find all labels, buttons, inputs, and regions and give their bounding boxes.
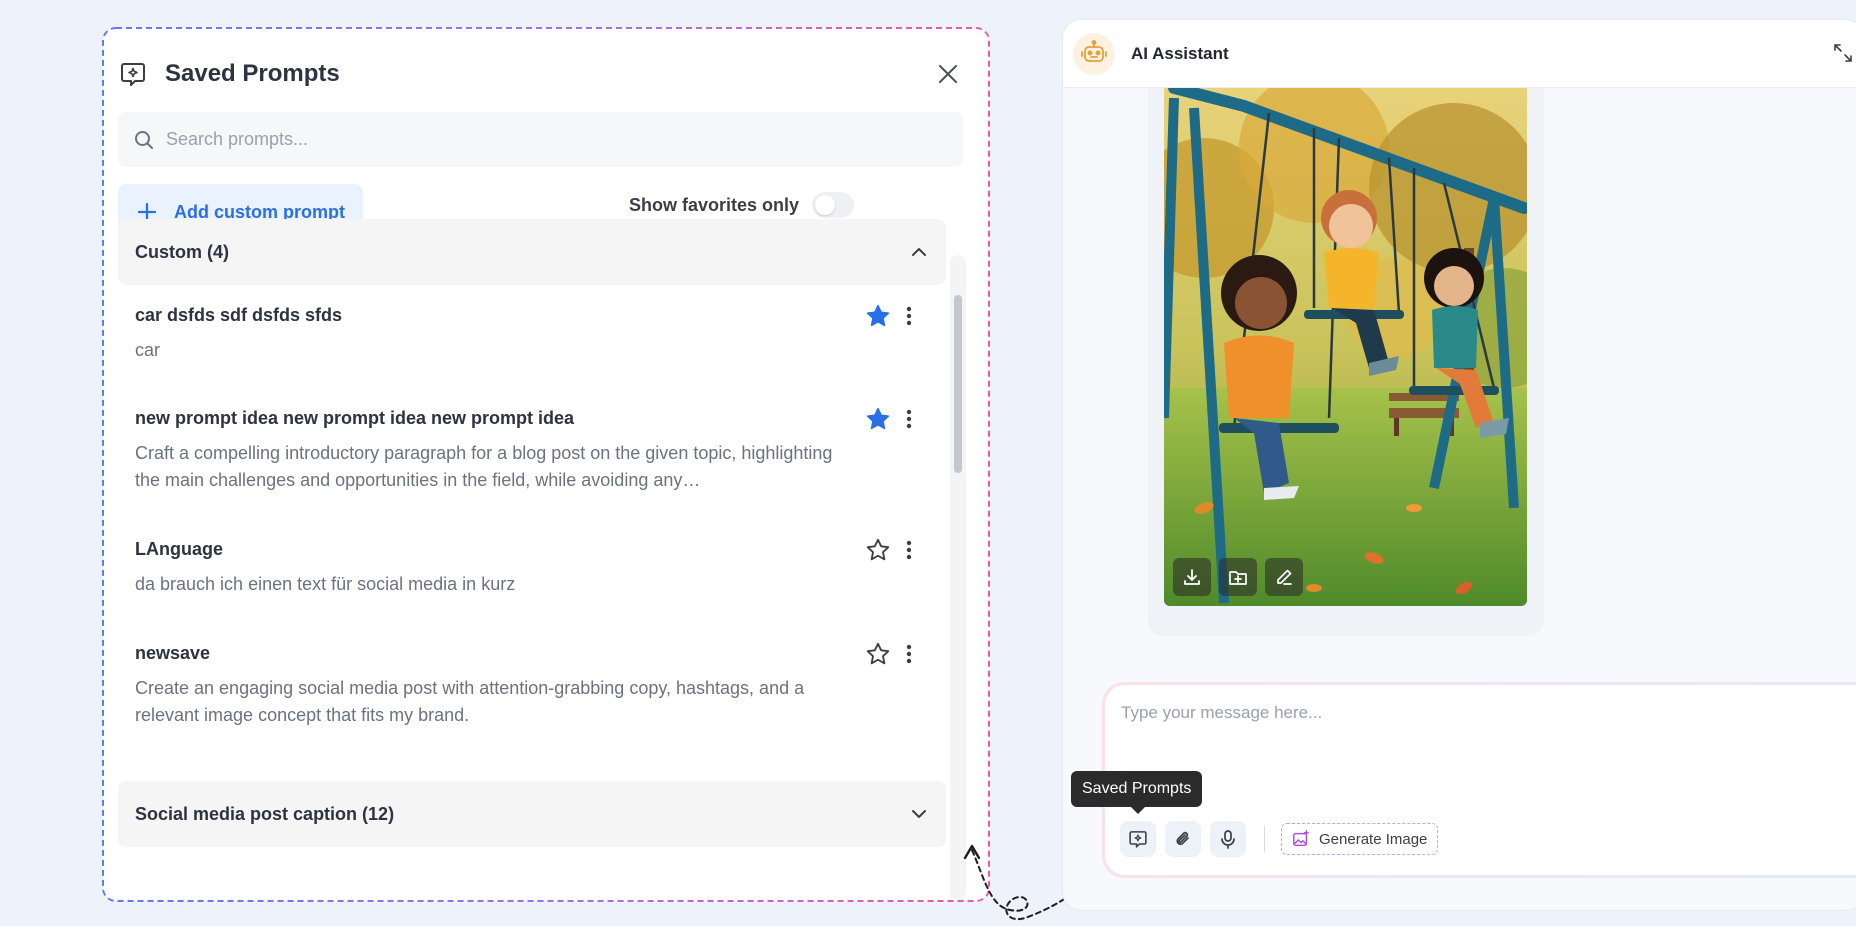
scrollbar[interactable] [950, 255, 966, 900]
prompt-title: LAnguage [135, 539, 223, 559]
saved-prompts-header: Saved Prompts [118, 54, 974, 94]
microphone-icon [1221, 830, 1235, 849]
image-toolbar [1173, 558, 1303, 596]
group-header-social-media[interactable]: Social media post caption (12) [118, 781, 946, 847]
image-sparkle-icon [1293, 830, 1309, 847]
microphone-button[interactable] [1210, 821, 1246, 857]
toggle-knob [815, 195, 836, 215]
composer-toolbar: Generate Image [1120, 821, 1439, 857]
favorites-only-label: Show favorites only [629, 194, 800, 215]
saved-prompts-icon [1129, 831, 1147, 848]
edit-icon [1277, 569, 1292, 585]
saved-prompts-button[interactable] [1120, 821, 1156, 857]
message-input[interactable] [1121, 703, 1856, 763]
more-options-icon[interactable] [899, 301, 919, 331]
list-item[interactable]: LAnguage da brauch ich einen text für so… [118, 538, 946, 619]
saved-prompts-icon [118, 59, 148, 89]
search-input[interactable] [166, 129, 926, 150]
favorites-filter: Show favorites only [629, 190, 855, 220]
prompt-description: da brauch ich einen text für social medi… [135, 574, 516, 594]
close-icon [939, 65, 957, 83]
more-options-icon[interactable] [899, 535, 919, 565]
list-item[interactable]: newsave Create an engaging social media … [118, 642, 946, 753]
assistant-header: AI Assistant [1063, 20, 1856, 88]
chevron-up-icon [906, 239, 932, 265]
more-options-icon[interactable] [899, 404, 919, 434]
more-options-icon[interactable] [899, 639, 919, 669]
generate-image-button[interactable]: Generate Image [1281, 823, 1439, 855]
saved-prompts-panel: Saved Prompts Add custom prompt Show fav… [104, 29, 988, 900]
group-header-custom[interactable]: Custom (4) [118, 219, 946, 285]
prompt-list: Custom (4) car dsfds sdf dsfds sfds car … [118, 219, 948, 858]
message-composer: Generate Image [1105, 685, 1856, 875]
chevron-down-icon [906, 801, 932, 827]
saved-prompts-tooltip: Saved Prompts [1071, 771, 1203, 807]
group-title: Social media post caption (12) [135, 803, 395, 824]
search-icon [134, 129, 156, 151]
favorite-star-outline-icon[interactable] [863, 639, 893, 669]
search-bar [118, 112, 963, 167]
generated-image[interactable] [1164, 88, 1527, 606]
paperclip-icon [1176, 831, 1189, 846]
save-to-folder-icon [1229, 571, 1247, 585]
prompt-description: Craft a compelling introductory paragrap… [135, 443, 833, 490]
list-item[interactable]: new prompt idea new prompt idea new prom… [118, 407, 946, 518]
page-title: Saved Prompts [165, 60, 340, 87]
prompt-title: new prompt idea new prompt idea new prom… [135, 408, 575, 428]
favorite-star-outline-icon[interactable] [863, 535, 893, 565]
list-item[interactable]: car dsfds sdf dsfds sfds car [118, 304, 946, 385]
edit-button[interactable] [1265, 558, 1303, 596]
save-to-folder-button[interactable] [1219, 558, 1257, 596]
toolbar-divider [1264, 826, 1265, 852]
group-title: Custom (4) [135, 241, 229, 262]
prompt-title: car dsfds sdf dsfds sfds [135, 305, 343, 325]
favorite-star-filled-icon[interactable] [863, 301, 893, 331]
favorites-only-toggle[interactable] [812, 192, 855, 218]
tooltip-arrow [1131, 807, 1145, 814]
scrollbar-thumb[interactable] [954, 295, 962, 473]
close-button[interactable] [932, 58, 964, 90]
prompt-title: newsave [135, 643, 211, 663]
download-icon [1184, 569, 1200, 585]
attach-button[interactable] [1165, 821, 1201, 857]
robot-avatar-icon [1073, 32, 1115, 75]
assistant-title: AI Assistant [1131, 43, 1229, 63]
prompt-description: car [135, 340, 161, 360]
expand-icon [1834, 44, 1852, 62]
generate-image-label: Generate Image [1319, 830, 1428, 848]
expand-button[interactable] [1828, 38, 1856, 68]
favorite-star-filled-icon[interactable] [863, 404, 893, 434]
prompt-description: Create an engaging social media post wit… [135, 678, 805, 725]
download-button[interactable] [1173, 558, 1211, 596]
